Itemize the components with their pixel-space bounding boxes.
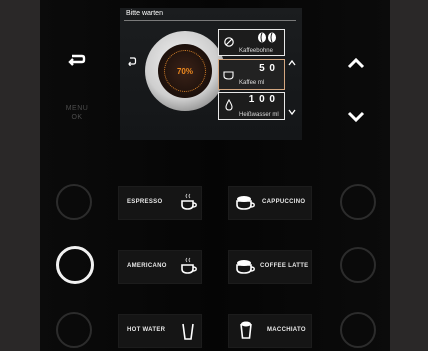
macchiato-glass-icon xyxy=(240,321,252,339)
param-bean-strength[interactable]: Kaffeebohne xyxy=(218,29,285,56)
param-label: Heißwasser ml xyxy=(239,112,279,118)
drink-label: HOT WATER xyxy=(127,327,166,333)
title-divider xyxy=(124,20,296,21)
param-coffee-ml[interactable]: 5 0 Kaffee ml xyxy=(218,59,285,90)
select-button-left-2[interactable] xyxy=(56,246,94,284)
glass-icon xyxy=(182,323,194,340)
scroll-down-icon[interactable] xyxy=(287,107,297,117)
menu-label: MENU xyxy=(65,105,89,112)
back-button[interactable] xyxy=(66,50,88,72)
espresso-button[interactable]: ESPRESSO xyxy=(118,186,202,220)
cup-icon xyxy=(223,71,234,80)
select-button-right-2[interactable] xyxy=(340,247,376,283)
select-button-right-1[interactable] xyxy=(340,184,376,220)
ok-label: OK xyxy=(71,114,83,121)
param-label: Kaffeebohne xyxy=(239,48,273,54)
macchiato-button[interactable]: MACCHIATO xyxy=(228,314,312,348)
bean-icon xyxy=(224,37,234,47)
americano-button[interactable]: AMERICANO xyxy=(118,250,202,284)
coffee-ml-value: 5 0 xyxy=(259,63,276,74)
coffee-machine-panel: MENU OK Bitte warten 70% Kaffeebohne 5 0… xyxy=(0,0,428,351)
bean-strength-value xyxy=(256,32,278,45)
drop-icon xyxy=(225,99,233,111)
drink-label: MACCHIATO xyxy=(267,327,306,333)
select-button-left-1[interactable] xyxy=(56,184,92,220)
down-button[interactable] xyxy=(345,106,367,128)
display-screen: Bitte warten 70% Kaffeebohne 5 0 Kaffee … xyxy=(120,8,302,140)
hot-water-ml-value: 1 0 0 xyxy=(248,94,276,105)
scroll-up-icon[interactable] xyxy=(287,58,297,68)
status-title: Bitte warten xyxy=(126,10,163,17)
drink-label: CAPPUCCINO xyxy=(262,199,306,205)
drink-label: AMERICANO xyxy=(127,263,167,269)
param-hot-water-ml[interactable]: 1 0 0 Heißwasser ml xyxy=(218,92,285,120)
latte-cup-icon xyxy=(236,260,255,274)
coffee-latte-button[interactable]: COFFEE LATTE xyxy=(228,250,312,284)
rotate-back-icon[interactable] xyxy=(127,56,137,66)
drink-label: COFFEE LATTE xyxy=(260,263,309,269)
select-button-left-3[interactable] xyxy=(56,312,92,348)
select-button-right-3[interactable] xyxy=(340,312,376,348)
return-icon xyxy=(68,54,86,66)
cappuccino-cup-icon xyxy=(236,196,255,210)
progress-text: 70% xyxy=(176,66,193,76)
hot-water-button[interactable]: HOT WATER xyxy=(118,314,202,348)
espresso-cup-icon xyxy=(181,193,197,210)
chevron-down-icon xyxy=(347,111,365,123)
cappuccino-button[interactable]: CAPPUCCINO xyxy=(228,186,312,220)
param-label: Kaffee ml xyxy=(239,80,265,86)
americano-cup-icon xyxy=(181,257,197,274)
up-button[interactable] xyxy=(345,52,367,74)
menu-ok-button[interactable]: MENU OK xyxy=(62,104,92,122)
beans-icon xyxy=(258,32,276,43)
chevron-up-icon xyxy=(347,57,365,69)
drink-label: ESPRESSO xyxy=(127,199,163,205)
